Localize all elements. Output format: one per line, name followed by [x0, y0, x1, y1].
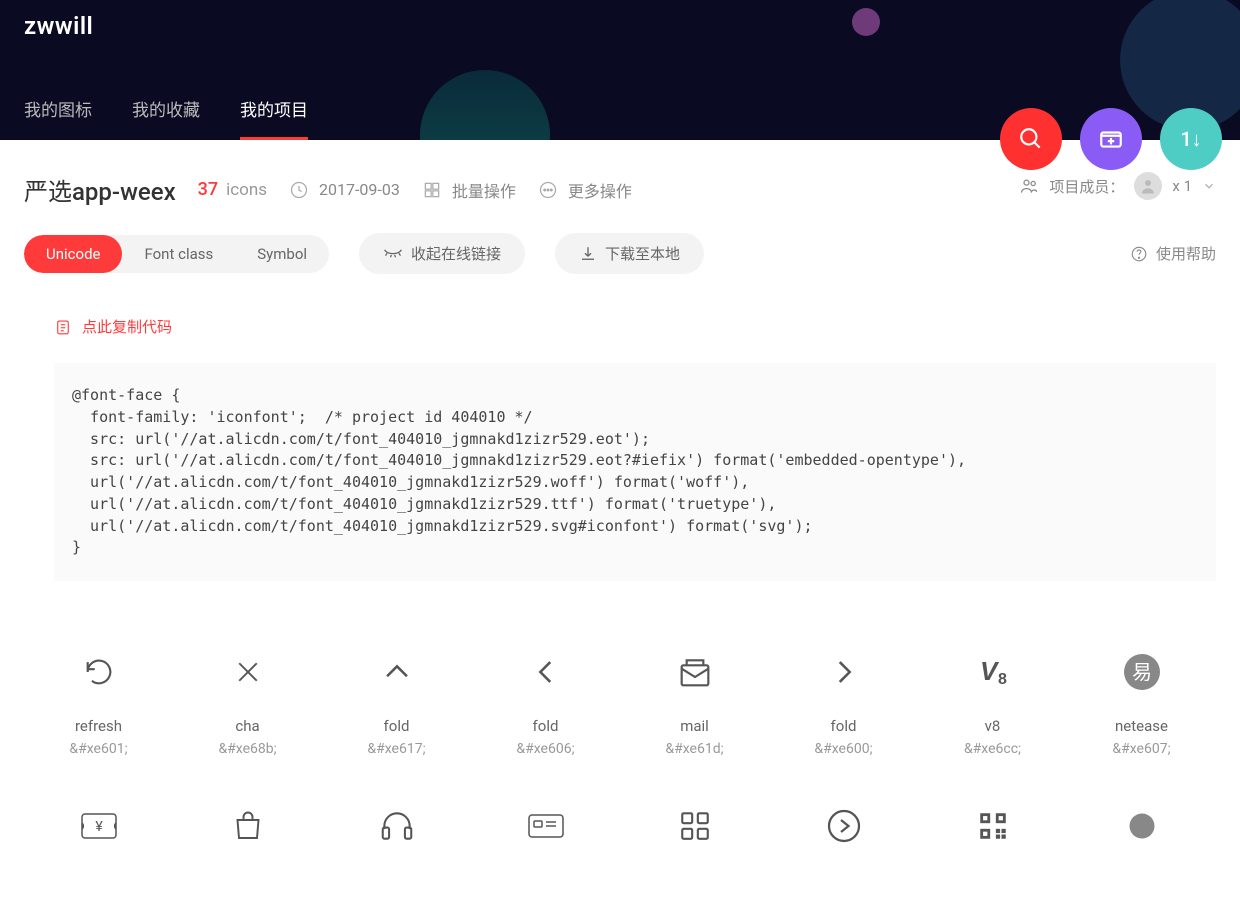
icon-cell-fold[interactable]: fold &#xe600;	[769, 631, 918, 785]
mail-icon	[672, 649, 718, 695]
icon-cell-fold[interactable]: fold &#xe606;	[471, 631, 620, 785]
qr-icon	[970, 803, 1016, 849]
headset-icon	[374, 803, 420, 849]
users-icon	[1019, 176, 1039, 196]
more-operation-button[interactable]: 更多操作	[538, 178, 632, 202]
copy-icon	[54, 318, 72, 336]
avatar	[1134, 172, 1162, 200]
icon-name: fold	[831, 717, 857, 735]
icon-count-label: icons	[226, 180, 267, 200]
grid-icon	[672, 803, 718, 849]
icon-cell-next[interactable]	[769, 785, 918, 877]
v8-icon: V8	[970, 649, 1016, 695]
cha-icon	[225, 649, 271, 695]
seg-unicode[interactable]: Unicode	[24, 235, 122, 273]
tab-my-icons[interactable]: 我的图标	[24, 82, 92, 140]
card-icon	[523, 803, 569, 849]
icon-name: refresh	[75, 717, 122, 735]
code-content[interactable]: @font-face { font-family: 'iconfont'; /*…	[54, 363, 1216, 581]
format-segmented: Unicode Font class Symbol	[24, 235, 329, 273]
icon-name: mail	[680, 717, 709, 735]
copy-code-button[interactable]: 点此复制代码	[30, 308, 1216, 345]
seg-fontclass[interactable]: Font class	[122, 235, 235, 273]
icon-cell-qr[interactable]	[918, 785, 1067, 877]
batch-operation-button[interactable]: 批量操作	[422, 178, 516, 202]
logo: zwwill	[24, 12, 93, 40]
svg-text:易: 易	[1132, 660, 1152, 684]
icon-grid: refresh&#xe601;cha&#xe68b;fold&#xe617;fo…	[24, 631, 1216, 877]
chevron-down-icon	[1202, 179, 1216, 193]
left-icon	[523, 649, 569, 695]
svg-text:¥: ¥	[95, 819, 103, 835]
icon-cell-mail[interactable]: mail &#xe61d;	[620, 631, 769, 785]
refresh-icon	[76, 649, 122, 695]
icon-code: &#xe6cc;	[964, 741, 1021, 757]
sort-icon: 1↓	[1180, 127, 1201, 152]
collapse-link-button[interactable]: 收起在线链接	[359, 233, 525, 274]
help-icon	[1130, 245, 1148, 263]
icon-name: v8	[985, 717, 1001, 735]
right-icon	[821, 649, 867, 695]
members-count: x 1	[1172, 177, 1192, 195]
icon-code: &#xe617;	[367, 741, 425, 757]
batch-icon	[422, 180, 442, 200]
bag-icon	[225, 803, 271, 849]
icon-cell-refresh[interactable]: refresh &#xe601;	[24, 631, 173, 785]
search-button[interactable]	[1000, 108, 1062, 170]
icon-cell-netease[interactable]: 易 netease &#xe607;	[1067, 631, 1216, 785]
svg-text:V: V	[980, 656, 1000, 686]
icon-cell-v8[interactable]: V8 v8 &#xe6cc;	[918, 631, 1067, 785]
project-members[interactable]: 项目成员： x 1	[1019, 172, 1216, 200]
icon-count: 37	[198, 179, 218, 200]
decor-circle	[852, 8, 880, 36]
icon-cell-cha[interactable]: cha &#xe68b;	[173, 631, 322, 785]
next-icon	[821, 803, 867, 849]
icon-cell-dot[interactable]	[1067, 785, 1216, 877]
icon-name: cha	[235, 717, 259, 735]
up-icon	[374, 649, 420, 695]
icon-code: &#xe61d;	[665, 741, 723, 757]
dot-icon	[1119, 803, 1165, 849]
svg-text:8: 8	[998, 671, 1007, 688]
project-date: 2017-09-03	[289, 180, 400, 200]
icon-code: &#xe68b;	[218, 741, 276, 757]
icon-code: &#xe606;	[516, 741, 574, 757]
tab-my-favorites[interactable]: 我的收藏	[132, 82, 200, 140]
seg-symbol[interactable]: Symbol	[235, 235, 329, 273]
fab-row: 1↓	[1000, 108, 1222, 170]
icon-cell-headset[interactable]	[322, 785, 471, 877]
icon-code: &#xe601;	[69, 741, 127, 757]
icon-code: &#xe607;	[1112, 741, 1170, 757]
more-icon	[538, 180, 558, 200]
eye-closed-icon	[383, 247, 403, 261]
icon-code: &#xe600;	[814, 741, 872, 757]
icon-name: fold	[384, 717, 410, 735]
download-button[interactable]: 下载至本地	[555, 233, 704, 274]
tab-my-projects[interactable]: 我的项目	[240, 82, 308, 140]
search-icon	[1018, 126, 1044, 152]
icon-cell-ticket[interactable]: ¥	[24, 785, 173, 877]
icon-cell-bag[interactable]	[173, 785, 322, 877]
person-icon	[1139, 177, 1157, 195]
code-section: 点此复制代码 @font-face { font-family: 'iconfo…	[30, 308, 1216, 581]
icon-cell-grid[interactable]	[620, 785, 769, 877]
help-button[interactable]: 使用帮助	[1130, 243, 1216, 264]
netease-icon: 易	[1119, 649, 1165, 695]
nav-tabs: 我的图标 我的收藏 我的项目	[24, 82, 308, 140]
decor-circle	[420, 70, 550, 140]
ticket-icon: ¥	[76, 803, 122, 849]
icon-name: fold	[533, 717, 559, 735]
icon-cell-card[interactable]	[471, 785, 620, 877]
add-folder-button[interactable]	[1080, 108, 1142, 170]
icon-cell-fold[interactable]: fold &#xe617;	[322, 631, 471, 785]
sort-button[interactable]: 1↓	[1160, 108, 1222, 170]
download-icon	[579, 245, 597, 263]
project-title: 严选app-weex	[24, 172, 176, 207]
clock-icon	[289, 180, 309, 200]
toolbar: Unicode Font class Symbol 收起在线链接 下载至本地 使…	[0, 227, 1240, 298]
members-label: 项目成员：	[1049, 176, 1124, 197]
icon-name: netease	[1115, 717, 1168, 735]
add-folder-icon	[1098, 126, 1124, 152]
